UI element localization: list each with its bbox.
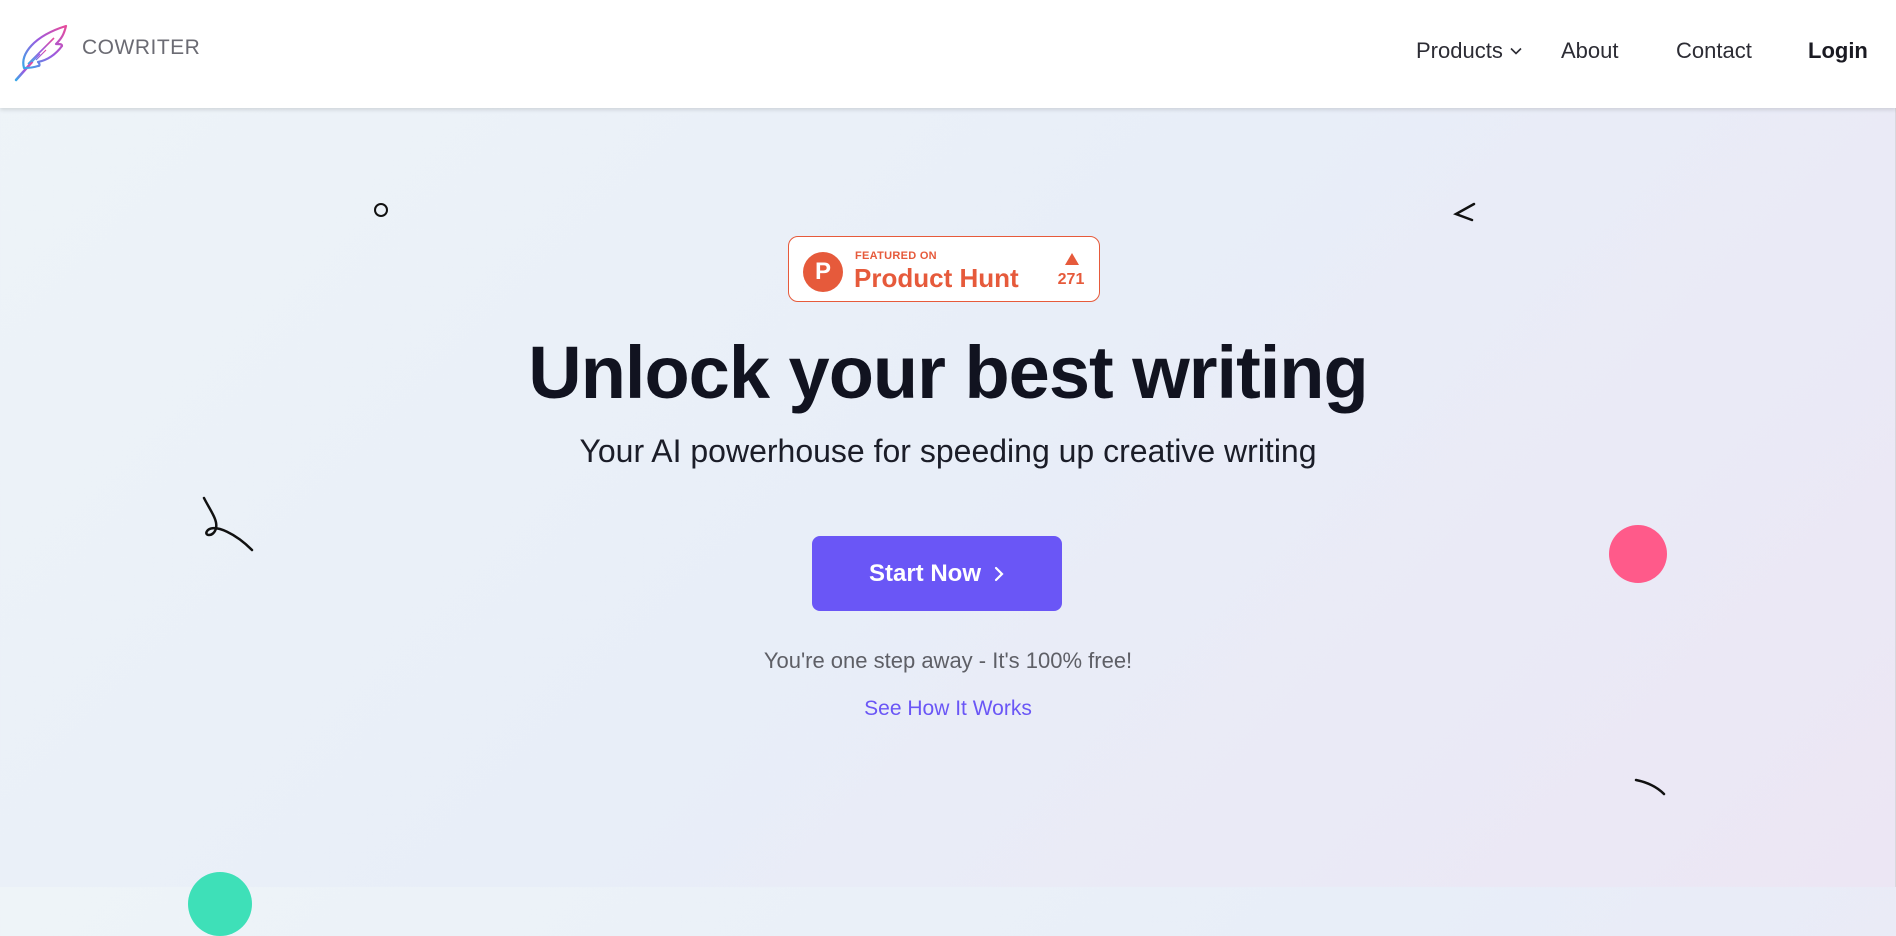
see-how-it-works-link[interactable]: See How It Works [0,697,1896,721]
brand-logo[interactable]: COWRITER [10,24,200,82]
top-navbar: COWRITER Products About Contact Login [0,0,1896,108]
nav-about[interactable]: About [1561,38,1619,64]
hero-section: P FEATURED ON Product Hunt 271 Unlock yo… [0,0,1896,887]
brand-name: COWRITER [82,36,201,59]
product-hunt-logo-icon: P [803,252,843,292]
chevron-right-icon [994,566,1004,581]
hero-subtitle: Your AI powerhouse for speeding up creat… [579,433,1317,469]
product-hunt-featured-label: FEATURED ON [855,250,937,262]
nav-products-label: Products [1416,38,1503,63]
product-hunt-badge[interactable]: P FEATURED ON Product Hunt 271 [788,236,1100,302]
nav-login[interactable]: Login [1808,38,1868,64]
product-hunt-name: Product Hunt [854,263,1019,293]
feather-quill-icon [14,24,68,82]
chevron-down-icon [1510,47,1522,55]
product-hunt-upvote-count: 271 [1057,271,1085,288]
nav-contact[interactable]: Contact [1676,38,1752,64]
hero-title: Unlock your best writing [528,331,1368,414]
nav-products[interactable]: Products [1416,38,1523,64]
free-note: You're one step away - It's 100% free! [763,648,1133,673]
start-now-label: Start Now [868,559,981,587]
start-now-button[interactable]: Start Now [812,536,1062,611]
upvote-triangle-icon [1065,253,1079,265]
